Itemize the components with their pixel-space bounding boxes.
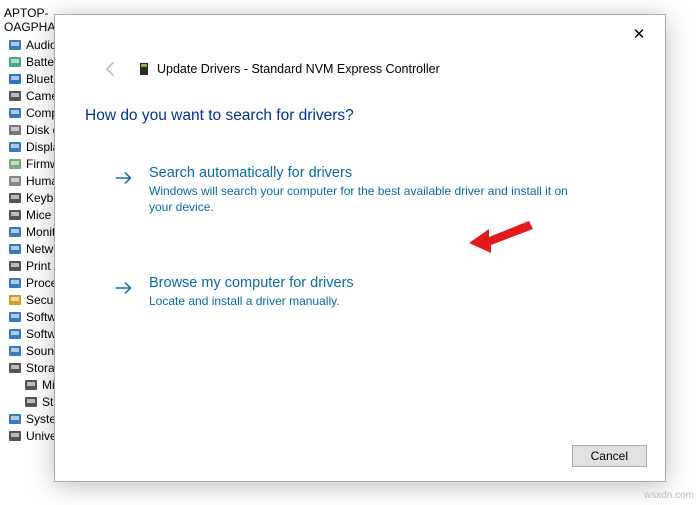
dialog-footer: Cancel [572,445,647,467]
cancel-button[interactable]: Cancel [572,445,647,467]
driver-chip-icon [137,61,151,77]
option-title: Search automatically for drivers [149,165,607,181]
back-icon[interactable] [101,59,121,79]
option-search-auto[interactable]: Search automatically for drivers Windows… [103,153,617,227]
arrow-right-icon [113,167,135,189]
option-browse-manual[interactable]: Browse my computer for drivers Locate an… [103,263,617,321]
update-drivers-dialog: ✕ Update Drivers - Standard NVM Express … [54,14,666,482]
close-icon[interactable]: ✕ [627,23,651,47]
option-desc: Locate and install a driver manually. [149,293,579,309]
option-desc: Windows will search your computer for th… [149,183,579,215]
arrow-right-icon [113,277,135,299]
option-title: Browse my computer for drivers [149,275,607,291]
dialog-title: Update Drivers - Standard NVM Express Co… [137,61,440,77]
dialog-question: How do you want to search for drivers? [55,79,665,125]
watermark: wsxdn.com [644,490,694,501]
dialog-header: Update Drivers - Standard NVM Express Co… [55,15,665,79]
